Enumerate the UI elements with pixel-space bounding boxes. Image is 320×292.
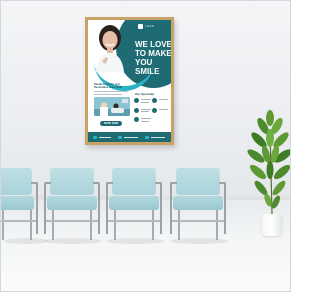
specialty-title: Our Specialty xyxy=(135,92,155,96)
waiting-room-scene: LOGO WE LOVE TO MAKE YOU SMILE Dental Ae… xyxy=(0,0,291,292)
specialty-list xyxy=(132,97,169,126)
headline-line-1: WE LOVE xyxy=(135,40,171,49)
book-now-button: BOOK NOW xyxy=(100,121,122,126)
potted-plant xyxy=(246,110,290,240)
waiting-chair xyxy=(170,168,226,240)
white-plant-pot xyxy=(262,214,282,236)
waiting-chair xyxy=(106,168,162,240)
mail-icon xyxy=(118,136,122,139)
phone-icon xyxy=(93,136,97,139)
headline-line-2: TO MAKE xyxy=(135,49,171,58)
headline-line-3: YOU SMILE xyxy=(135,58,160,76)
specialty-item xyxy=(132,107,169,116)
waiting-chair xyxy=(0,168,38,240)
dentist-patient-photo xyxy=(94,97,130,116)
poster-sub-heading: Dental Aesthetic and Restorative since 2… xyxy=(94,83,122,89)
poster-body-text xyxy=(94,91,130,96)
poster-contact-bar xyxy=(88,132,171,142)
specialty-icon xyxy=(152,107,157,113)
plant-leaves xyxy=(247,110,290,215)
web-icon xyxy=(145,136,149,139)
brand-name: LOGO xyxy=(145,24,155,28)
specialty-icon xyxy=(152,98,157,103)
specialty-item xyxy=(132,116,169,125)
waiting-chair xyxy=(44,168,100,240)
specialty-icon xyxy=(134,107,139,113)
tooth-logo-icon xyxy=(138,24,143,29)
smiling-woman-photo xyxy=(96,25,124,72)
poster-headline: WE LOVE TO MAKE YOU SMILE xyxy=(135,40,171,76)
specialty-item xyxy=(132,97,169,106)
dental-poster: LOGO WE LOVE TO MAKE YOU SMILE Dental Ae… xyxy=(88,20,171,142)
specialty-icon xyxy=(134,98,139,103)
specialty-icon xyxy=(134,117,139,122)
